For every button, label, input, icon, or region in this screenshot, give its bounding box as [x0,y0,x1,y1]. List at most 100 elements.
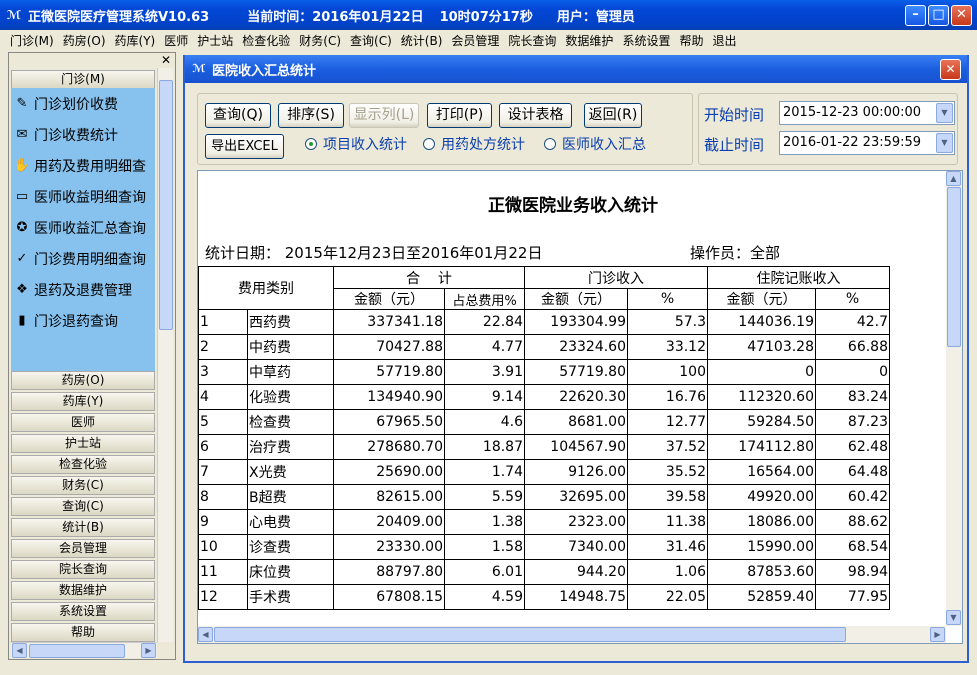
table-cell-no: 2 [198,334,248,360]
menu-item-icon: ✎ [16,96,28,111]
maximize-button[interactable]: □ [928,5,949,26]
sidebar-group-header[interactable]: 财务(C) [11,476,155,495]
scroll-right-icon[interactable]: ▶ [930,627,945,642]
sidebar-group-header[interactable]: 医师 [11,413,155,432]
report-type-radio[interactable]: 项目收入统计 [305,134,407,154]
sidebar-group-header[interactable]: 检查化验 [11,455,155,474]
table-cell-op-amt: 57719.80 [524,359,628,385]
table-cell-op-pct: 31.46 [627,534,708,560]
menu-item[interactable]: 查询(C) [350,32,392,49]
sidebar-item[interactable]: ▮ 门诊退药查询 [13,309,118,333]
header-pct: % [815,288,890,310]
toolbar-button[interactable]: 返回(R) [584,103,642,128]
toolbar-button[interactable]: 排序(S) [278,103,344,128]
toolbar-button[interactable]: 导出EXCEL [205,134,284,159]
table-cell-share: 1.58 [444,534,525,560]
sidebar-group-header[interactable]: 系统设置 [11,602,155,621]
toolbar-button: 显示列(L) [349,103,419,128]
table-row: 3 中草药 57719.80 3.91 57719.80 100 0 0 [198,359,890,385]
menu-item[interactable]: 系统设置 [622,32,670,49]
table-row: 12 手术费 67808.15 4.59 14948.75 22.05 52859.40 77… [198,584,890,610]
sidebar-item[interactable]: ❖ 退药及退费管理 [13,278,132,302]
radio-dot-icon[interactable] [423,138,435,150]
table-row: 1 西药费 337341.18 22.84 193304.99 57.3 144036.19… [198,309,890,335]
scroll-left-icon[interactable]: ◀ [12,643,27,658]
start-time-select[interactable]: 2015-12-23 00:00:00 ▼ [779,101,955,125]
sidebar-group-header[interactable]: 药库(Y) [11,392,155,411]
child-close-button[interactable]: ✕ [940,59,961,80]
scrollbar-thumb[interactable] [214,627,846,642]
sidebar-group-header[interactable]: 统计(B) [11,518,155,537]
table-cell-ip-amt: 0 [707,359,816,385]
scroll-down-icon[interactable]: ▼ [946,610,961,625]
sidebar-group-header[interactable]: 会员管理 [11,539,155,558]
table-cell-ip-pct: 98.94 [815,559,890,585]
table-row: 7 X光费 25690.00 1.74 9126.00 35.52 16564.00 64.4… [198,459,890,485]
sidebar-group-header[interactable]: 数据维护 [11,581,155,600]
table-row: 6 治疗费 278680.70 18.87 104567.90 37.52 174112.8… [198,434,890,460]
scroll-up-icon[interactable]: ▲ [946,171,961,186]
chevron-down-icon[interactable]: ▼ [936,133,953,153]
sidebar-vertical-scrollbar[interactable] [157,68,173,642]
sidebar-item[interactable]: ✎ 门诊划价收费 [13,92,118,116]
table-cell-total: 20409.00 [333,509,445,535]
table-cell-ip-pct: 42.7 [815,309,890,335]
radio-dot-icon[interactable] [305,138,317,150]
radio-label: 项目收入统计 [323,137,407,153]
report-vertical-scrollbar[interactable]: ▲ ▼ [946,171,962,626]
menu-item[interactable]: 医师 [164,32,188,49]
menu-item[interactable]: 统计(B) [401,32,443,49]
menu-item[interactable]: 数据维护 [565,32,613,49]
sidebar-item-label: 用药及费用明细查 [34,159,146,175]
sidebar-group-header[interactable]: 院长查询 [11,560,155,579]
menu-item[interactable]: 会员管理 [451,32,499,49]
menu-item[interactable]: 退出 [712,32,736,49]
radio-dot-icon[interactable] [544,138,556,150]
scroll-left-icon[interactable]: ◀ [198,627,213,642]
toolbar-button[interactable]: 设计表格 [499,103,572,128]
menu-item[interactable]: 护士站 [197,32,233,49]
report-horizontal-scrollbar[interactable]: ◀ ▶ [198,626,946,643]
sidebar-item[interactable]: ✪ 医师收益汇总查询 [13,216,146,240]
scrollbar-thumb[interactable] [29,644,125,658]
chevron-down-icon[interactable]: ▼ [936,103,953,123]
table-cell-ip-amt: 144036.19 [707,309,816,335]
table-cell-no: 11 [198,559,248,585]
toolbar-button[interactable]: 查询(Q) [205,103,271,128]
menu-item[interactable]: 门诊(M) [10,32,54,49]
sidebar-item[interactable]: ✋ 用药及费用明细查 [13,154,146,178]
sidebar-item[interactable]: ✓ 门诊费用明细查询 [13,247,146,271]
menu-item[interactable]: 财务(C) [299,32,341,49]
report-type-radio[interactable]: 用药处方统计 [423,134,525,154]
menu-item[interactable]: 院长查询 [508,32,556,49]
table-cell-name: 心电费 [247,509,334,535]
sidebar-group-header[interactable]: 门诊(M) [11,70,155,89]
sidebar-close-icon[interactable]: ✕ [161,53,171,67]
sidebar-item[interactable]: ▭ 医师收益明细查询 [13,185,146,209]
menu-item[interactable]: 检查化验 [242,32,290,49]
sidebar-item-label: 门诊退药查询 [34,314,118,330]
menu-item[interactable]: 药房(O) [63,32,106,49]
sidebar-group-header[interactable]: 护士站 [11,434,155,453]
menu-item[interactable]: 帮助 [679,32,703,49]
sidebar-group-header[interactable]: 药房(O) [11,371,155,390]
table-cell-ip-pct: 60.42 [815,484,890,510]
scrollbar-thumb[interactable] [159,80,173,330]
end-time-select[interactable]: 2016-01-22 23:59:59 ▼ [779,131,955,155]
table-cell-total: 337341.18 [333,309,445,335]
close-button[interactable]: ✕ [951,5,972,26]
toolbar-button[interactable]: 打印(P) [427,103,492,128]
scroll-right-icon[interactable]: ▶ [141,643,156,658]
table-cell-op-amt: 22620.30 [524,384,628,410]
sidebar-item[interactable]: ✉ 门诊收费统计 [13,123,118,147]
table-cell-op-amt: 14948.75 [524,584,628,610]
sidebar-horizontal-scrollbar[interactable]: ◀ ▶ [11,642,157,658]
table-cell-ip-pct: 66.88 [815,334,890,360]
table-cell-ip-amt: 16564.00 [707,459,816,485]
minimize-button[interactable]: – [905,5,926,26]
scrollbar-thumb[interactable] [947,187,961,347]
sidebar-group-header[interactable]: 帮助 [11,623,155,642]
report-type-radio[interactable]: 医师收入汇总 [544,134,646,154]
menu-item[interactable]: 药库(Y) [115,32,156,49]
sidebar-group-header[interactable]: 查询(C) [11,497,155,516]
